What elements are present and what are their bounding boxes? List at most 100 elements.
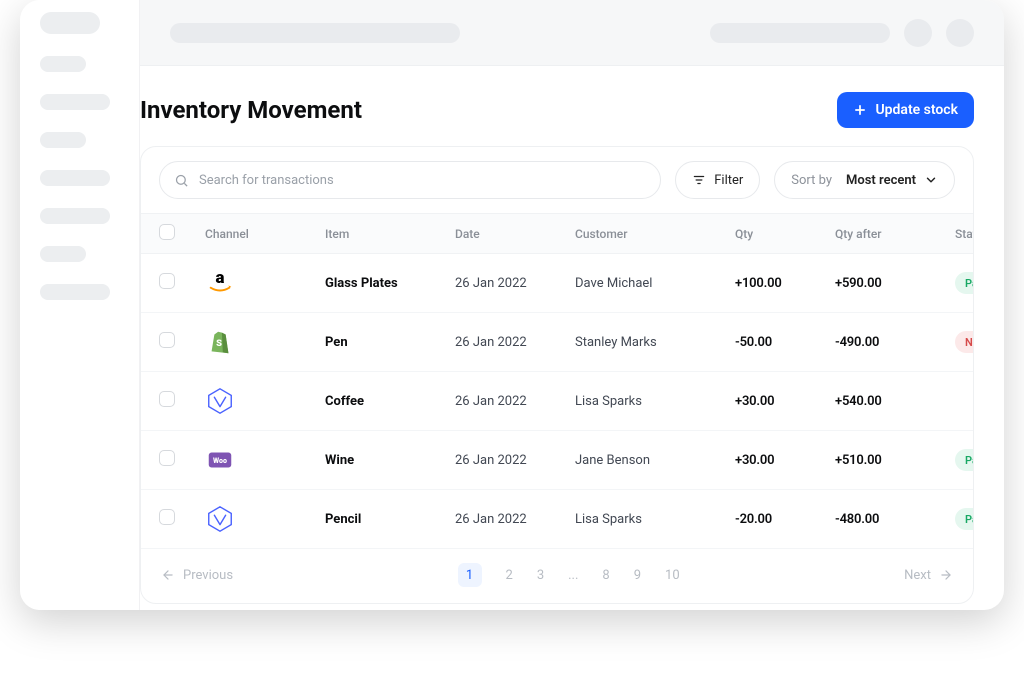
search-input[interactable] [199, 173, 646, 188]
sidebar-item-placeholder[interactable] [40, 246, 86, 262]
cell-customer: Dave Michael [575, 276, 735, 291]
cell-qty-after: +590.00 [835, 276, 955, 291]
cell-qty: +30.00 [735, 394, 835, 409]
row-checkbox[interactable] [159, 509, 175, 525]
search-input-wrapper[interactable] [159, 161, 661, 199]
cell-date: 26 Jan 2022 [455, 394, 575, 409]
page-numbers: 1 2 3... 8 9 10 [458, 563, 680, 587]
cell-customer: Stanley Marks [575, 335, 735, 350]
row-checkbox[interactable] [159, 391, 175, 407]
cell-item: Pen [325, 335, 455, 350]
table-row[interactable]: Pencil26 Jan 2022Lisa Sparks-20.00-480.0… [141, 490, 973, 549]
sidebar-item-placeholder[interactable] [40, 132, 86, 148]
sort-value: Most recent [846, 173, 916, 188]
page-ellipsis: ... [568, 568, 578, 583]
table-row[interactable]: WooWine26 Jan 2022Jane Benson+30.00+510.… [141, 431, 973, 490]
svg-text:S: S [216, 338, 222, 349]
cell-date: 26 Jan 2022 [455, 453, 575, 468]
search-icon [174, 173, 189, 188]
col-customer: Customer [575, 227, 735, 241]
cell-qty: +100.00 [735, 276, 835, 291]
table-row[interactable]: S Pen26 Jan 2022Stanley Marks-50.00-490.0… [141, 313, 973, 372]
cell-item: Coffee [325, 394, 455, 409]
col-date: Date [455, 227, 575, 241]
table-row[interactable]: Coffee26 Jan 2022Lisa Sparks+30.00+540.0… [141, 372, 973, 431]
plus-icon [853, 103, 867, 117]
channel-amazon-icon: a [205, 268, 235, 298]
cell-date: 26 Jan 2022 [455, 276, 575, 291]
card-toolbar: Filter Sort by Most recent [141, 147, 973, 213]
topbar-search-placeholder[interactable] [170, 23, 460, 43]
page-number[interactable]: 9 [634, 568, 641, 583]
status-badge: Paid [955, 508, 974, 530]
filter-icon [692, 173, 706, 187]
status-badge: Paid [955, 272, 974, 294]
table-header: Channel Item Date Customer Qty Qty after… [141, 213, 973, 254]
page-number[interactable]: 3 [537, 568, 544, 583]
page-number[interactable]: 10 [665, 568, 680, 583]
row-checkbox[interactable] [159, 273, 175, 289]
row-checkbox[interactable] [159, 450, 175, 466]
col-qty-after: Qty after [835, 227, 955, 241]
cell-date: 26 Jan 2022 [455, 335, 575, 350]
next-page[interactable]: Next [904, 568, 953, 583]
filter-label: Filter [714, 173, 743, 188]
sort-button[interactable]: Sort by Most recent [774, 161, 955, 199]
cell-customer: Lisa Sparks [575, 512, 735, 527]
cell-item: Pencil [325, 512, 455, 527]
chevron-down-icon [924, 173, 938, 187]
channel-shopify-icon: S [205, 327, 235, 357]
table-row[interactable]: a Glass Plates26 Jan 2022Dave Michael+100… [141, 254, 973, 313]
topbar-action-placeholder[interactable] [710, 23, 890, 43]
transactions-card: Filter Sort by Most recent Channel Item … [140, 146, 974, 604]
topbar-avatar-placeholder[interactable] [946, 19, 974, 47]
channel-veeqo-icon [205, 504, 235, 534]
update-stock-button[interactable]: Update stock [837, 92, 974, 128]
app-frame: Inventory Movement Update stock Filter [20, 0, 1004, 610]
page-title: Inventory Movement [140, 96, 362, 124]
cell-qty: -50.00 [735, 335, 835, 350]
content-area: Inventory Movement Update stock Filter [140, 0, 1004, 610]
sidebar-item-placeholder[interactable] [40, 94, 110, 110]
sort-label: Sort by [791, 173, 832, 188]
row-checkbox[interactable] [159, 332, 175, 348]
svg-text:a: a [216, 268, 225, 288]
cell-customer: Jane Benson [575, 453, 735, 468]
svg-text:Woo: Woo [213, 456, 227, 465]
cell-customer: Lisa Sparks [575, 394, 735, 409]
select-all-checkbox[interactable] [159, 224, 175, 240]
col-item: Item [325, 227, 455, 241]
page-number[interactable]: 1 [458, 563, 482, 587]
update-stock-label: Update stock [875, 102, 958, 118]
col-channel: Channel [205, 227, 325, 241]
sidebar-item-placeholder[interactable] [40, 284, 110, 300]
channel-veeqo-icon [205, 386, 235, 416]
cell-qty-after: +540.00 [835, 394, 955, 409]
topbar-icon-placeholder[interactable] [904, 19, 932, 47]
topbar [140, 0, 1004, 66]
sidebar-item-placeholder[interactable] [40, 56, 86, 72]
sidebar [20, 0, 140, 610]
cell-qty: -20.00 [735, 512, 835, 527]
status-badge: Paid [955, 449, 974, 471]
cell-qty-after: +510.00 [835, 453, 955, 468]
page-number[interactable]: 2 [506, 568, 513, 583]
col-status: Status [955, 227, 974, 241]
arrow-left-icon [161, 568, 175, 582]
arrow-right-icon [939, 568, 953, 582]
page-number[interactable]: 8 [602, 568, 609, 583]
sidebar-logo-placeholder [40, 12, 100, 34]
channel-woo-icon: Woo [205, 445, 235, 475]
col-qty: Qty [735, 227, 835, 241]
sidebar-item-placeholder[interactable] [40, 170, 110, 186]
table-body: aGlass Plates26 Jan 2022Dave Michael+100… [141, 254, 973, 549]
cell-item: Glass Plates [325, 276, 455, 291]
status-badge: Not paid [955, 331, 974, 353]
filter-button[interactable]: Filter [675, 161, 760, 199]
cell-qty-after: -480.00 [835, 512, 955, 527]
sidebar-item-placeholder[interactable] [40, 208, 110, 224]
cell-qty-after: -490.00 [835, 335, 955, 350]
cell-item: Wine [325, 453, 455, 468]
prev-page[interactable]: Previous [161, 568, 233, 583]
pagination: Previous 1 2 3... 8 9 10 Next [141, 549, 973, 603]
